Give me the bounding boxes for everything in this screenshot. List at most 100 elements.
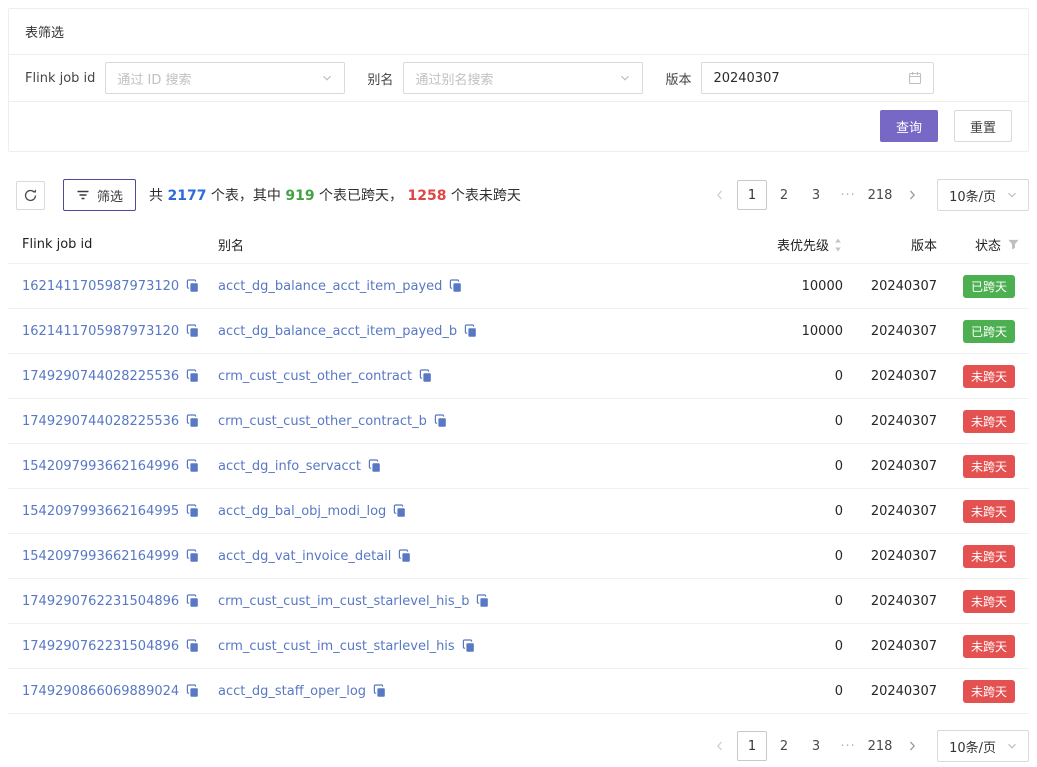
prev-page-button[interactable] [705,731,735,761]
status-badge: 已跨天 [963,275,1015,298]
filter-panel: 表筛选 Flink job id 通过 ID 搜索 别名 通过别名搜索 版本 [8,8,1029,152]
status-badge: 已跨天 [963,320,1015,343]
flink-job-id-link[interactable]: 1621411705987973120 [22,279,179,294]
reset-button[interactable]: 重置 [954,110,1012,142]
flink-job-id-link[interactable]: 1542097993662164995 [22,504,179,519]
alias-link[interactable]: acct_dg_vat_invoice_detail [218,549,391,564]
alias-placeholder: 通过别名搜索 [415,69,493,88]
page-button-3[interactable]: 3 [801,731,831,761]
copy-icon[interactable] [434,414,448,428]
chevron-right-icon [906,189,918,201]
flink-job-id-link[interactable]: 1621411705987973120 [22,324,179,339]
status-badge: 未跨天 [963,410,1015,433]
page: 表筛选 Flink job id 通过 ID 搜索 别名 通过别名搜索 版本 [0,0,1037,762]
table-row: 1749290744028225536 crm_cust_cust_other_… [8,399,1029,444]
alias-link[interactable]: acct_dg_balance_acct_item_payed [218,279,442,294]
copy-icon[interactable] [186,549,200,563]
refresh-button[interactable] [16,181,45,210]
flink-job-id-link[interactable]: 1542097993662164999 [22,549,179,564]
page-button-1[interactable]: 1 [737,731,767,761]
header-flink-job-id: Flink job id [8,228,204,261]
priority-value: 0 [729,549,849,564]
flink-job-id-link[interactable]: 1749290762231504896 [22,639,179,654]
calendar-icon [908,71,922,85]
alias-link[interactable]: acct_dg_staff_oper_log [218,684,366,699]
sort-icon[interactable] [833,237,843,253]
copy-icon[interactable] [186,684,200,698]
page-button-2[interactable]: 2 [769,180,799,210]
version-date-picker[interactable]: 20240307 [701,62,934,94]
copy-icon[interactable] [393,504,407,518]
next-page-button[interactable] [897,731,927,761]
version-value: 20240307 [849,369,939,384]
filter-actions-row: 查询 重置 [9,102,1028,151]
alias-link[interactable]: crm_cust_cust_other_contract_b [218,414,427,429]
copy-icon[interactable] [476,594,490,608]
flink-job-id-label: Flink job id [25,71,95,86]
copy-icon[interactable] [186,504,200,518]
page-button-218[interactable]: 218 [865,180,895,210]
flink-job-id-link[interactable]: 1749290866069889024 [22,684,179,699]
status-badge: 未跨天 [963,365,1015,388]
query-button[interactable]: 查询 [880,110,938,142]
flink-job-id-link[interactable]: 1749290744028225536 [22,414,179,429]
copy-icon[interactable] [186,639,200,653]
next-page-button[interactable] [897,180,927,210]
copy-icon[interactable] [462,639,476,653]
version-value: 20240307 [849,459,939,474]
alias-link[interactable]: acct_dg_balance_acct_item_payed_b [218,324,457,339]
page-button-1[interactable]: 1 [737,180,767,210]
pagination-bottom: 1 2 3 ··· 218 10条/页 [705,730,1029,762]
copy-icon[interactable] [186,369,200,383]
header-status: 状态 [939,226,1029,263]
page-button-2[interactable]: 2 [769,731,799,761]
table-row: 1542097993662164999 acct_dg_vat_invoice_… [8,534,1029,579]
results-table: Flink job id 别名 表优先级 版本 状态 1621411705987… [8,226,1029,714]
refresh-icon [23,188,38,203]
pagination-ellipsis[interactable]: ··· [833,188,863,203]
alias-link[interactable]: crm_cust_cust_im_cust_starlevel_his_b [218,594,469,609]
alias-link[interactable]: crm_cust_cust_im_cust_starlevel_his [218,639,455,654]
page-size-value: 10条/页 [949,737,996,756]
pagination-top: 1 2 3 ··· 218 10条/页 [705,179,1029,211]
prev-page-button[interactable] [705,180,735,210]
copy-icon[interactable] [464,324,478,338]
version-value: 20240307 [849,594,939,609]
alias-link[interactable]: crm_cust_cust_other_contract [218,369,412,384]
filter-button[interactable]: 筛选 [63,179,136,211]
chevron-left-icon [714,189,726,201]
flink-job-id-link[interactable]: 1749290744028225536 [22,369,179,384]
page-button-3[interactable]: 3 [801,180,831,210]
flink-job-id-link[interactable]: 1542097993662164996 [22,459,179,474]
copy-icon[interactable] [449,279,463,293]
copy-icon[interactable] [398,549,412,563]
header-alias: 别名 [204,226,729,263]
chevron-right-icon [906,740,918,752]
flink-job-id-field: Flink job id 通过 ID 搜索 [25,62,345,94]
alias-link[interactable]: acct_dg_bal_obj_modi_log [218,504,386,519]
copy-icon[interactable] [419,369,433,383]
copy-icon[interactable] [186,594,200,608]
chevron-down-icon [1006,740,1018,752]
alias-select[interactable]: 通过别名搜索 [403,62,643,94]
copy-icon[interactable] [368,459,382,473]
alias-link[interactable]: acct_dg_info_servacct [218,459,361,474]
copy-icon[interactable] [186,279,200,293]
copy-icon[interactable] [186,414,200,428]
header-version: 版本 [849,226,939,263]
column-filter-icon[interactable] [1007,238,1020,251]
version-value: 20240307 [849,504,939,519]
total-count: 2177 [167,188,206,204]
copy-icon[interactable] [186,459,200,473]
header-priority[interactable]: 表优先级 [729,226,849,263]
page-size-value: 10条/页 [949,186,996,205]
copy-icon[interactable] [186,324,200,338]
page-size-select[interactable]: 10条/页 [937,730,1029,762]
flink-job-id-select[interactable]: 通过 ID 搜索 [105,62,345,94]
priority-value: 0 [729,684,849,699]
copy-icon[interactable] [373,684,387,698]
page-button-218[interactable]: 218 [865,731,895,761]
pagination-ellipsis[interactable]: ··· [833,739,863,754]
page-size-select[interactable]: 10条/页 [937,179,1029,211]
flink-job-id-link[interactable]: 1749290762231504896 [22,594,179,609]
